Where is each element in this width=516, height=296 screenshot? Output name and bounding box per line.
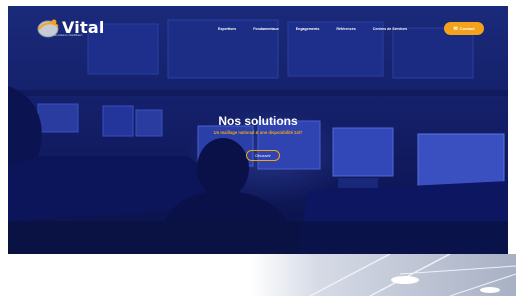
menu-item-engagements[interactable]: Engagements bbox=[296, 27, 320, 31]
brand-tagline: Surveillance Télédiffusion bbox=[54, 34, 83, 37]
office-ceiling-image bbox=[250, 254, 516, 296]
menu-item-fondamentaux[interactable]: Fondamentaux bbox=[253, 27, 279, 31]
hero-subtitle: Un maillage national & une disponibilité… bbox=[213, 130, 303, 135]
discover-button[interactable]: Découvrir bbox=[246, 150, 280, 161]
menu-item-references[interactable]: Références bbox=[336, 27, 355, 31]
brand-logo[interactable]: Vital Surveillance Télédiffusion bbox=[36, 16, 105, 38]
hero-title: Nos solutions bbox=[218, 114, 298, 128]
main-menu: Expertises Fondamentaux Engagements Réfé… bbox=[218, 27, 424, 31]
top-navigation: Vital Surveillance Télédiffusion Experti… bbox=[8, 6, 508, 44]
contact-button[interactable]: ✉ Contact bbox=[444, 22, 484, 35]
menu-item-expertises[interactable]: Expertises bbox=[218, 27, 236, 31]
menu-item-centres-de-services[interactable]: Centres de Services bbox=[373, 27, 407, 31]
contact-button-label: Contact bbox=[459, 26, 475, 31]
mail-icon: ✉ bbox=[453, 25, 458, 32]
hero-banner: Vital Surveillance Télédiffusion Experti… bbox=[8, 6, 508, 254]
